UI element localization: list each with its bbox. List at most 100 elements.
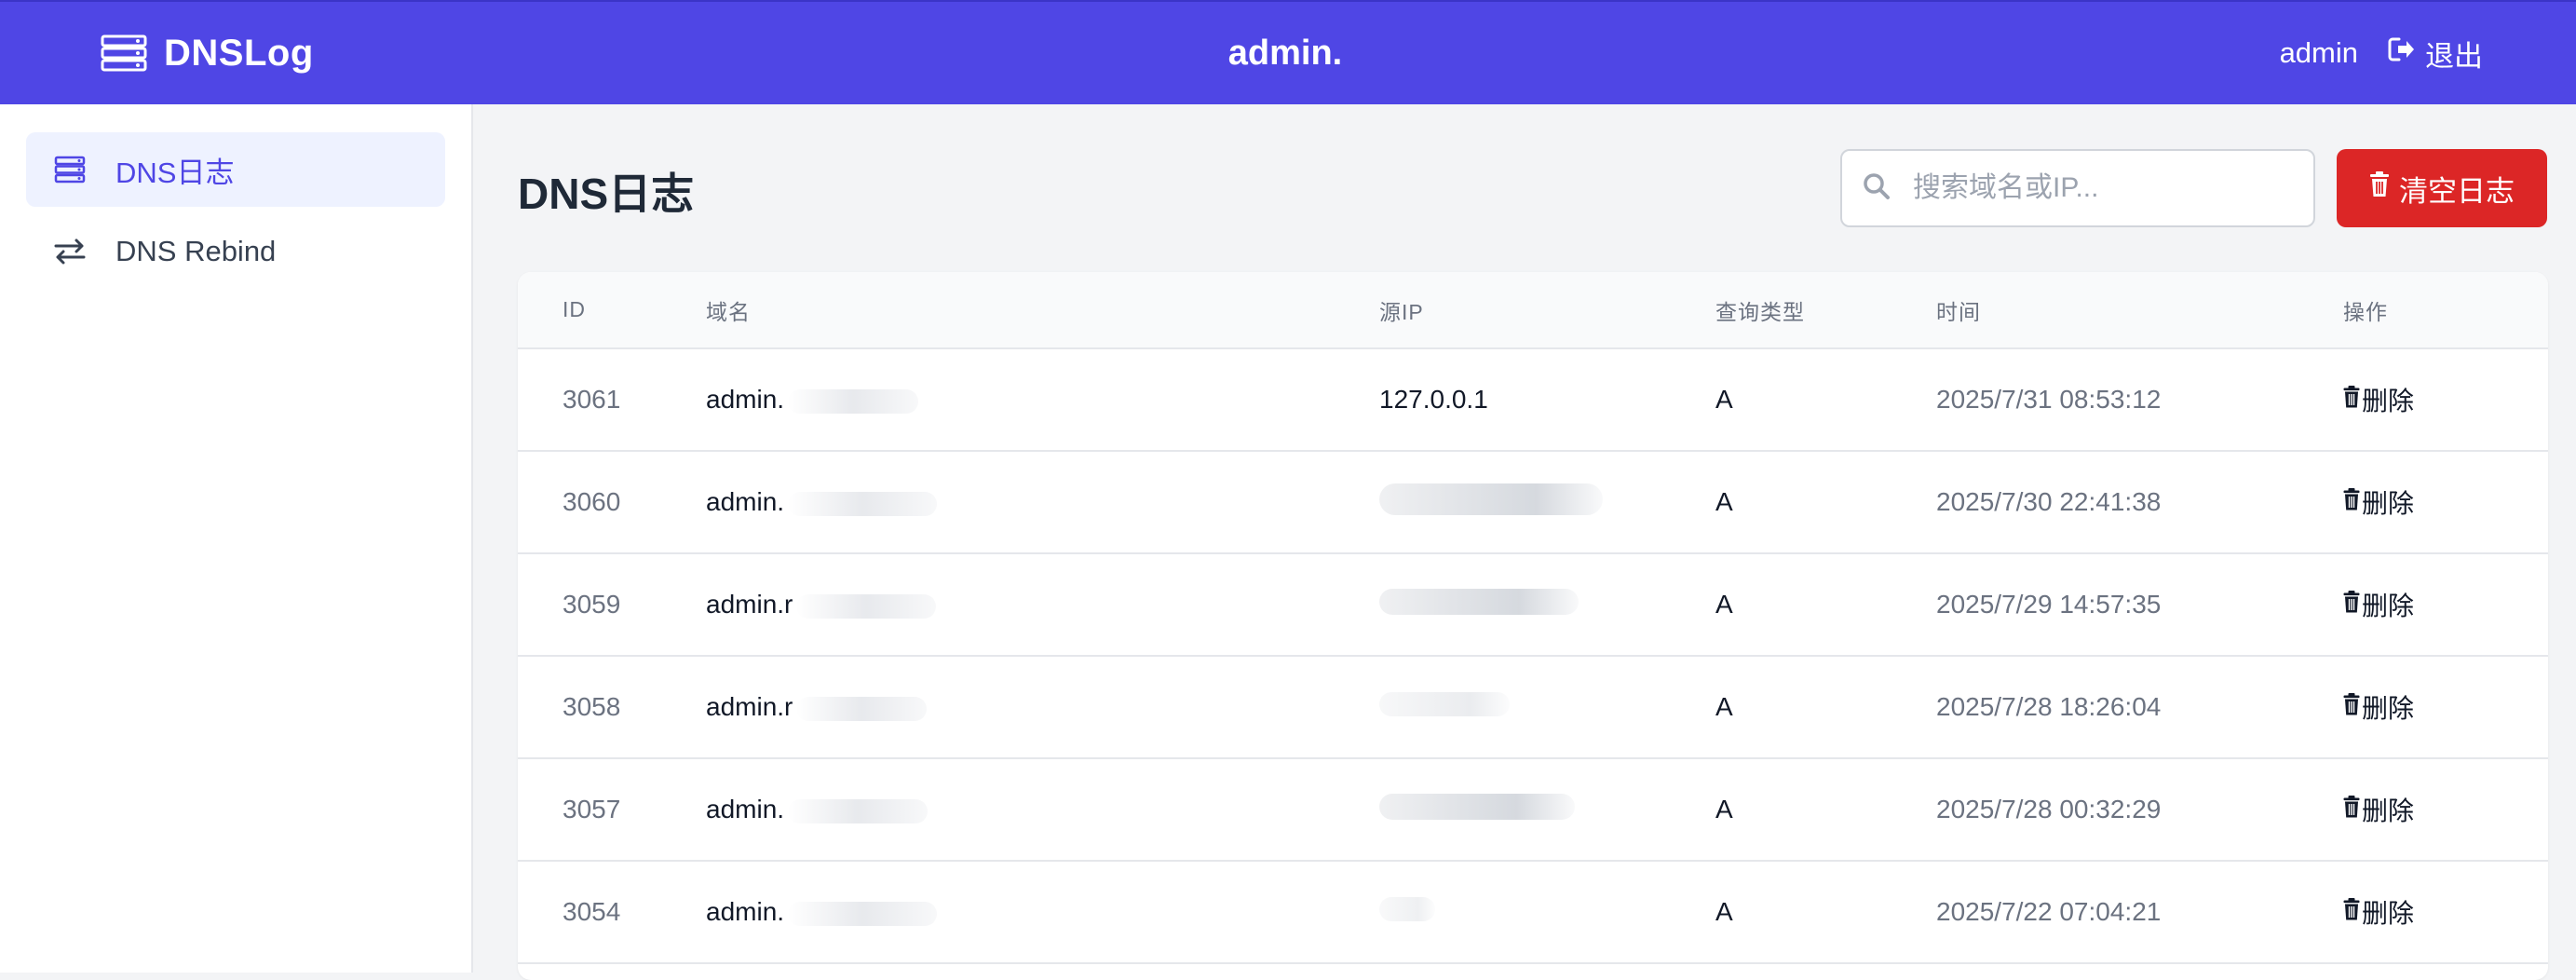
domain-text: admin.r	[706, 590, 793, 619]
logout-icon	[2388, 36, 2416, 70]
trash-icon	[2343, 795, 2360, 824]
cell-query-type: A	[1715, 590, 1733, 619]
cell-id: 3057	[563, 795, 621, 823]
delete-button[interactable]: 删除	[2343, 586, 2414, 623]
cell-time: 2025/7/30 22:41:38	[1936, 487, 2162, 516]
delete-label: 删除	[2362, 387, 2415, 415]
server-stack-icon	[54, 156, 86, 184]
clear-logs-label: 清空日志	[2399, 174, 2515, 208]
domain-text: admin.	[706, 897, 785, 926]
delete-label: 删除	[2362, 899, 2415, 928]
logout-button[interactable]: 退出	[2388, 33, 2483, 75]
cell-action: 删除	[2343, 348, 2548, 451]
cell-id: 3058	[563, 692, 621, 721]
delete-button[interactable]: 删除	[2343, 483, 2414, 521]
top-navbar: DNSLog admin. admin 退出	[0, 0, 2576, 104]
table-row: 3059 admin.r A 2025/7/29 14:57:35 删除	[518, 553, 2548, 656]
trash-icon	[2343, 590, 2360, 619]
cell-query-type: A	[1715, 385, 1733, 414]
clear-logs-button[interactable]: 清空日志	[2337, 149, 2547, 227]
cell-action: 删除	[2343, 451, 2548, 553]
cell-source-ip	[1379, 861, 1715, 963]
brand[interactable]: DNSLog	[101, 2, 314, 104]
sidebar: DNS日志 DNS Rebind	[0, 104, 473, 973]
cell-source-ip	[1379, 451, 1715, 553]
cell-source-ip	[1379, 758, 1715, 861]
user-area: admin 退出	[2280, 2, 2483, 104]
sidebar-item-dns-rebind[interactable]: DNS Rebind	[26, 214, 445, 289]
cell-action: 删除	[2343, 656, 2548, 758]
page-title: DNS日志	[518, 170, 695, 218]
redacted-region	[1379, 691, 1510, 716]
redacted-region	[788, 388, 919, 414]
cell-id: 3054	[563, 897, 621, 926]
table-header-row: ID 域名 源IP 查询类型 时间 操作	[518, 272, 2548, 348]
redacted-region	[796, 696, 928, 721]
ip-text: 127.0.0.1	[1379, 385, 1488, 414]
trash-icon	[2343, 692, 2360, 722]
delete-button[interactable]: 删除	[2343, 791, 2414, 828]
delete-button[interactable]: 删除	[2343, 381, 2414, 418]
domain-text: admin.	[706, 385, 785, 414]
cell-action: 删除	[2343, 553, 2548, 656]
cell-query-type: A	[1715, 692, 1733, 721]
delete-label: 删除	[2362, 489, 2415, 518]
table-row: 3058 admin.r A 2025/7/28 18:26:04 删除	[518, 656, 2548, 758]
delete-label: 删除	[2362, 796, 2415, 825]
column-header-time: 时间	[1936, 299, 1981, 324]
cell-query-type: A	[1715, 795, 1733, 823]
delete-label: 删除	[2362, 694, 2415, 723]
column-header-source-ip: 源IP	[1379, 299, 1424, 324]
search-icon	[1863, 172, 1891, 205]
dns-log-table: ID 域名 源IP 查询类型 时间 操作 3061 admin. 127.0.0…	[518, 272, 2548, 964]
redacted-region	[788, 901, 938, 926]
cell-action: 删除	[2343, 758, 2548, 861]
table-row: 3060 admin. A 2025/7/30 22:41:38 删除	[518, 451, 2548, 553]
domain-text: admin.	[706, 795, 785, 823]
current-domain-title: admin.	[1227, 33, 1343, 73]
cell-source-ip	[1379, 553, 1715, 656]
column-header-domain: 域名	[706, 299, 751, 324]
table-row: 3054 admin. A 2025/7/22 07:04:21 删除	[518, 861, 2548, 963]
redacted-region	[1379, 483, 1603, 515]
cell-id: 3060	[563, 487, 621, 516]
cell-source-ip: 127.0.0.1	[1379, 348, 1715, 451]
redacted-region	[796, 593, 937, 619]
cell-id: 3059	[563, 590, 621, 619]
sidebar-item-label: DNS Rebind	[115, 235, 277, 267]
redacted-region	[1379, 896, 1435, 921]
table-row: 3061 admin. 127.0.0.1 A 2025/7/31 08:53:…	[518, 348, 2548, 451]
column-header-action: 操作	[2343, 299, 2388, 324]
delete-label: 删除	[2362, 592, 2415, 620]
cell-time: 2025/7/22 07:04:21	[1936, 897, 2162, 926]
cell-time: 2025/7/28 18:26:04	[1936, 692, 2162, 721]
trash-icon	[2343, 487, 2360, 517]
trash-icon	[2369, 171, 2390, 205]
delete-button[interactable]: 删除	[2343, 688, 2414, 726]
search-box[interactable]	[1840, 149, 2315, 227]
table-row: 3057 admin. A 2025/7/28 00:32:29 删除	[518, 758, 2548, 861]
trash-icon	[2343, 897, 2360, 927]
cell-domain: admin.	[706, 348, 1379, 451]
cell-domain: admin.	[706, 451, 1379, 553]
redacted-region	[788, 491, 938, 516]
cell-domain: admin.	[706, 758, 1379, 861]
dns-log-table-card: ID 域名 源IP 查询类型 时间 操作 3061 admin. 127.0.0…	[518, 272, 2548, 980]
sidebar-item-label: DNS日志	[115, 156, 235, 189]
redacted-region	[788, 798, 929, 823]
sidebar-item-dns-log[interactable]: DNS日志	[26, 132, 445, 207]
trash-icon	[2343, 385, 2360, 415]
server-stack-icon	[101, 34, 147, 72]
cell-domain: admin.	[706, 861, 1379, 963]
column-header-query-type: 查询类型	[1715, 299, 1805, 324]
search-input[interactable]	[1911, 171, 2302, 205]
main-content: DNS日志 清空日志	[475, 104, 2576, 980]
brand-name: DNSLog	[164, 32, 314, 74]
column-header-id: ID	[563, 297, 586, 321]
cell-id: 3061	[563, 385, 621, 414]
exchange-arrows-icon	[54, 238, 86, 265]
delete-button[interactable]: 删除	[2343, 893, 2414, 931]
logout-label: 退出	[2425, 39, 2483, 73]
cell-domain: admin.r	[706, 656, 1379, 758]
domain-text: admin.	[706, 487, 785, 516]
